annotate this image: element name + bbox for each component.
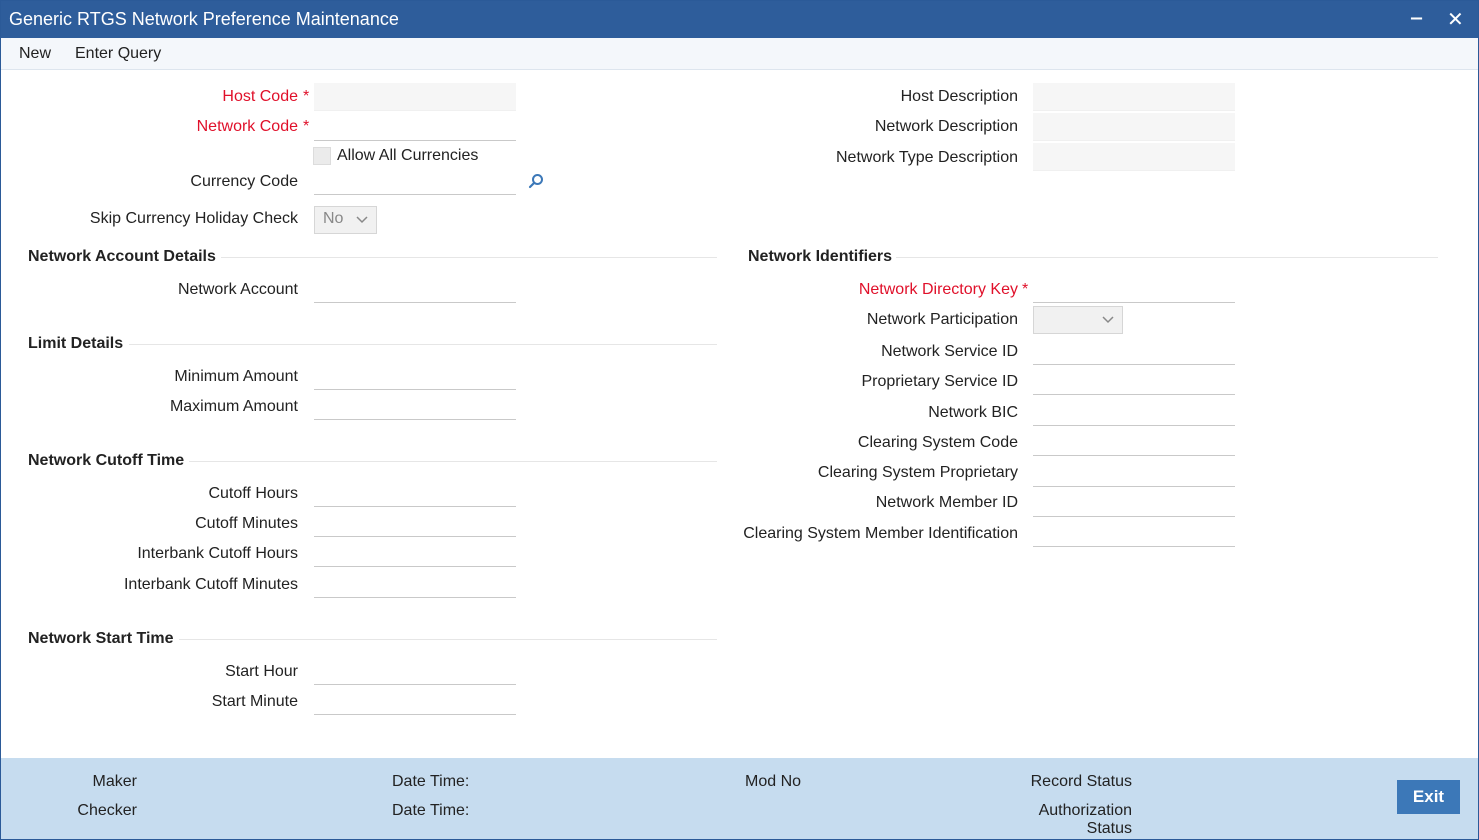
clearing-system-code-label: Clearing System Code	[857, 434, 1018, 451]
host-code-input[interactable]	[314, 83, 516, 111]
start-minute-input[interactable]	[314, 687, 516, 715]
audit-footer: Maker Checker Date Time: Date Time: Mod …	[1, 758, 1478, 839]
maximum-amount-input[interactable]	[314, 392, 516, 420]
required-star: *	[1022, 281, 1029, 298]
authorization-status-label-line1: Authorization	[1038, 802, 1132, 819]
network-account-input[interactable]	[314, 275, 516, 303]
clearing-system-member-identification-input[interactable]	[1033, 519, 1235, 547]
limit-details-title: Limit Details	[28, 335, 124, 352]
network-account-details-title: Network Account Details	[28, 248, 216, 265]
interbank-cutoff-hours-input[interactable]	[314, 539, 516, 567]
search-icon[interactable]	[528, 173, 544, 189]
network-bic-label: Network BIC	[928, 404, 1018, 421]
interbank-cutoff-minutes-input[interactable]	[314, 570, 516, 598]
section-divider	[189, 461, 717, 462]
menu-bar: New Enter Query	[1, 38, 1478, 70]
skip-currency-holiday-select[interactable]: No	[314, 206, 377, 234]
network-type-description-label: Network Type Description	[836, 149, 1018, 166]
network-participation-label: Network Participation	[866, 311, 1018, 328]
maker-date-time-label: Date Time:	[392, 773, 470, 790]
mod-no-label: Mod No	[745, 773, 802, 790]
clearing-system-proprietary-label: Clearing System Proprietary	[817, 464, 1018, 481]
section-divider	[221, 257, 717, 258]
cutoff-hours-label: Cutoff Hours	[208, 485, 298, 502]
checker-date-time-label: Date Time:	[392, 802, 470, 819]
start-minute-label: Start Minute	[211, 693, 298, 710]
skip-currency-holiday-label: Skip Currency Holiday Check	[89, 210, 298, 227]
network-service-id-label: Network Service ID	[881, 343, 1018, 360]
required-star: *	[303, 88, 310, 105]
section-divider	[179, 639, 717, 640]
minimize-icon[interactable]: ‒	[1411, 7, 1422, 30]
chevron-down-icon	[356, 216, 368, 224]
cutoff-minutes-label: Cutoff Minutes	[195, 515, 298, 532]
clearing-system-member-identification-label: Clearing System Member Identification	[743, 525, 1018, 542]
network-participation-select[interactable]	[1033, 306, 1123, 334]
checker-label: Checker	[77, 802, 137, 819]
app-window: Generic RTGS Network Preference Maintena…	[0, 0, 1479, 840]
close-icon[interactable]: ✕	[1447, 7, 1464, 32]
exit-button[interactable]: Exit	[1397, 780, 1460, 814]
section-divider	[129, 344, 717, 345]
network-description-field	[1033, 113, 1235, 141]
currency-code-input[interactable]	[314, 167, 516, 195]
window-title: Generic RTGS Network Preference Maintena…	[9, 9, 399, 29]
network-code-label: Network Code	[196, 118, 298, 135]
cutoff-minutes-input[interactable]	[314, 509, 516, 537]
network-directory-key-input[interactable]	[1033, 275, 1235, 303]
allow-all-currencies-checkbox[interactable]	[313, 147, 331, 165]
network-member-id-label: Network Member ID	[875, 494, 1018, 511]
section-divider	[896, 257, 1438, 258]
network-cutoff-time-title: Network Cutoff Time	[28, 452, 185, 469]
maker-label: Maker	[92, 773, 137, 790]
clearing-system-code-input[interactable]	[1033, 428, 1235, 456]
network-directory-key-label: Network Directory Key	[858, 281, 1018, 298]
network-service-id-input[interactable]	[1033, 337, 1235, 365]
start-hour-input[interactable]	[314, 657, 516, 685]
interbank-cutoff-minutes-label: Interbank Cutoff Minutes	[123, 576, 298, 593]
clearing-system-proprietary-input[interactable]	[1033, 459, 1235, 487]
skip-currency-holiday-value: No	[323, 210, 344, 227]
record-status-label: Record Status	[1030, 773, 1132, 790]
start-hour-label: Start Hour	[225, 663, 298, 680]
cutoff-hours-input[interactable]	[314, 479, 516, 507]
maximum-amount-label: Maximum Amount	[169, 398, 298, 415]
network-description-label: Network Description	[874, 118, 1018, 135]
host-description-field	[1033, 83, 1235, 111]
network-type-description-field	[1033, 143, 1235, 171]
network-start-time-title: Network Start Time	[28, 630, 174, 647]
menu-enter-query[interactable]: Enter Query	[75, 45, 161, 63]
proprietary-service-id-label: Proprietary Service ID	[861, 373, 1019, 390]
minimum-amount-input[interactable]	[314, 362, 516, 390]
allow-all-currencies-label: Allow All Currencies	[337, 147, 479, 164]
menu-new[interactable]: New	[19, 45, 51, 63]
host-description-label: Host Description	[900, 88, 1018, 105]
proprietary-service-id-input[interactable]	[1033, 367, 1235, 395]
network-identifiers-title: Network Identifiers	[748, 248, 893, 265]
network-code-input[interactable]	[314, 113, 516, 141]
required-star: *	[303, 118, 310, 135]
title-bar: Generic RTGS Network Preference Maintena…	[1, 1, 1478, 38]
host-code-label: Host Code	[222, 88, 298, 105]
minimum-amount-label: Minimum Amount	[174, 368, 298, 385]
chevron-down-icon	[1102, 316, 1114, 324]
authorization-status-label-line2: Status	[1086, 820, 1132, 837]
network-bic-input[interactable]	[1033, 398, 1235, 426]
network-account-label: Network Account	[177, 281, 298, 298]
network-member-id-input[interactable]	[1033, 489, 1235, 517]
currency-code-label: Currency Code	[190, 173, 298, 190]
interbank-cutoff-hours-label: Interbank Cutoff Hours	[137, 545, 298, 562]
